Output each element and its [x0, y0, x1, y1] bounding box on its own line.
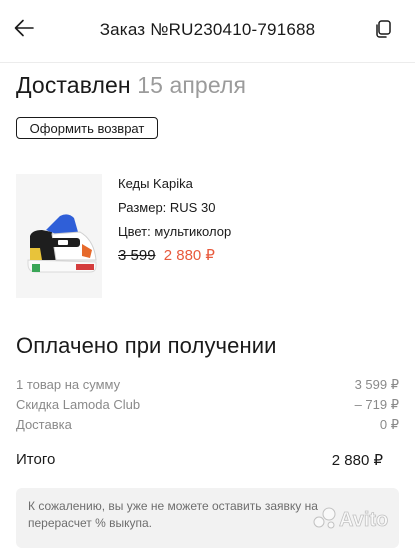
summary-label: 1 товар на сумму	[16, 377, 121, 392]
total-value: 2 880 ₽	[331, 452, 383, 469]
summary-label: Доставка	[16, 417, 72, 432]
product-color: Цвет: мультиколор	[118, 224, 232, 239]
order-status-label: Доставлен	[16, 72, 131, 98]
summary-label: Скидка Lamoda Club	[16, 397, 141, 412]
product-name: Кеды Kapika	[118, 176, 193, 191]
return-button[interactable]: Оформить возврат	[16, 117, 158, 139]
summary-row-delivery: Доставка 0 ₽	[16, 417, 399, 432]
summary-value: 0 ₽	[379, 417, 399, 432]
summary-value: – 719 ₽	[354, 397, 399, 412]
old-price: 3 599	[118, 247, 156, 264]
notice-text: К сожалению, вы уже не можете оставить з…	[28, 499, 318, 530]
summary-row-items: 1 товар на сумму 3 599 ₽	[16, 377, 399, 392]
new-price: 2 880 ₽	[163, 247, 215, 264]
copy-icon[interactable]	[373, 19, 393, 39]
summary-value: 3 599 ₽	[354, 377, 399, 392]
info-notice: К сожалению, вы уже не можете оставить з…	[16, 488, 399, 548]
product-size: Размер: RUS 30	[118, 200, 216, 215]
product-price: 3 599 2 880 ₽	[118, 246, 215, 264]
total-label: Итого	[16, 451, 56, 468]
order-status: Доставлен 15 апреля	[16, 72, 246, 99]
product-image[interactable]	[16, 174, 102, 298]
summary-row-discount: Скидка Lamoda Club – 719 ₽	[16, 397, 399, 412]
payment-title: Оплачено при получении	[16, 333, 277, 358]
top-bar: Заказ №RU230410-791688	[0, 0, 415, 63]
page-title: Заказ №RU230410-791688	[99, 20, 316, 39]
total-row: Итого 2 880 ₽	[16, 451, 383, 469]
product-card[interactable]: Кеды Kapika Размер: RUS 30 Цвет: мультик…	[16, 174, 396, 302]
order-status-date: 15 апреля	[137, 72, 247, 98]
